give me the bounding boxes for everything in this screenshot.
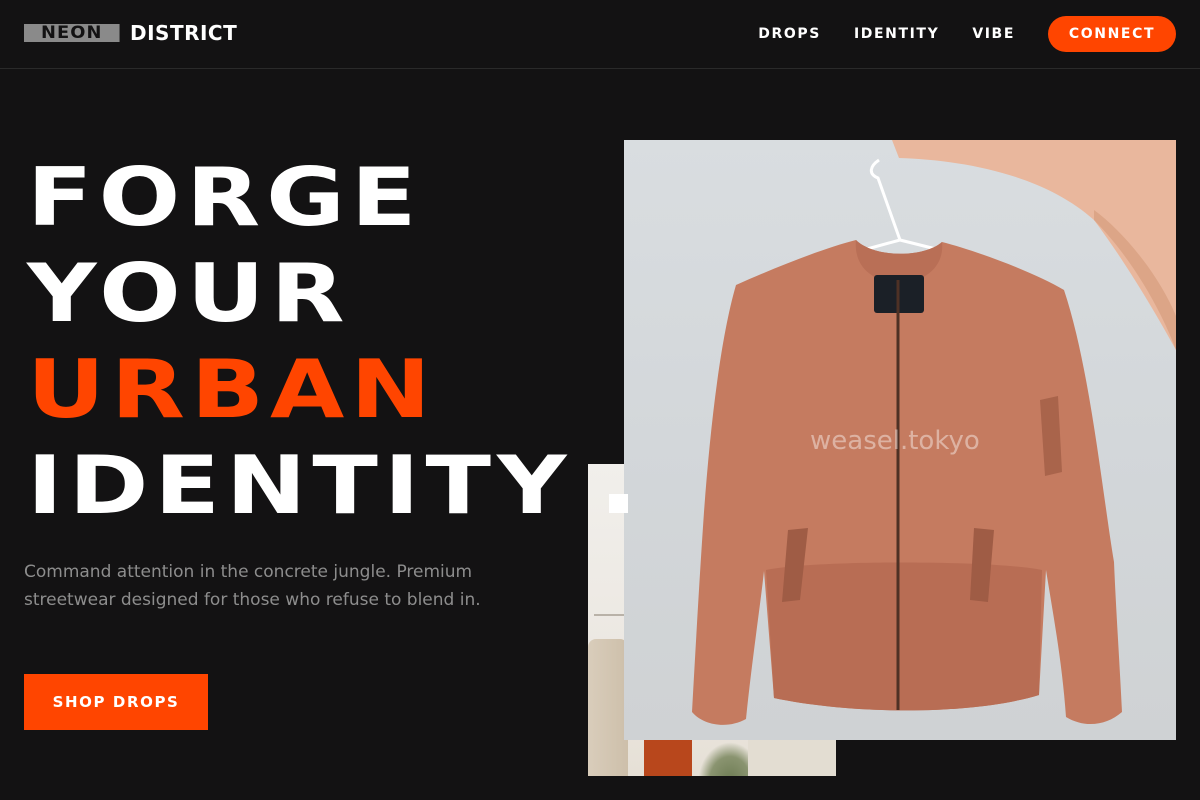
shop-drops-button[interactable]: SHOP DROPS: [24, 674, 208, 730]
connect-button[interactable]: CONNECT: [1048, 16, 1176, 52]
logo-neon-box: NEON: [24, 24, 120, 42]
main-jacket-photo: weasel.tokyo: [624, 140, 1176, 740]
hero-headline: FORGE YOUR URBAN IDENTITY: [27, 150, 567, 534]
top-nav: NEON DISTRICT DROPS IDENTITY VIBE CONNEC…: [0, 0, 1200, 69]
nav-link-vibe[interactable]: VIBE: [972, 17, 1015, 52]
beige-garment: [588, 639, 628, 776]
headline-period: [609, 494, 628, 513]
headline-line-urban: URBAN: [27, 343, 437, 436]
headline-line-identity: IDENTITY: [27, 439, 573, 532]
nav-link-drops[interactable]: DROPS: [758, 17, 821, 52]
hero-subcopy: Command attention in the concrete jungle…: [24, 562, 481, 610]
nav-link-identity[interactable]: IDENTITY: [854, 17, 939, 52]
headline-line-forge: FORGE: [27, 151, 423, 244]
nav-links: DROPS IDENTITY VIBE CONNECT: [758, 16, 1176, 52]
brand-logo[interactable]: NEON DISTRICT: [24, 21, 238, 45]
white-garment: [748, 739, 836, 776]
logo-district-word: DISTRICT: [130, 21, 238, 45]
orange-garment: [644, 739, 692, 776]
headline-line-your: YOUR: [27, 247, 351, 340]
photo-watermark: weasel.tokyo: [810, 426, 980, 456]
